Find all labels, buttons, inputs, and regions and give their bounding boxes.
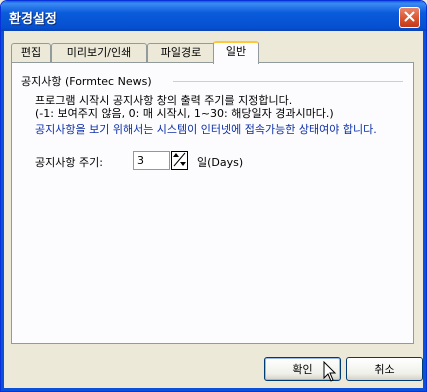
- group-divider: [173, 81, 403, 82]
- tab-strip: 편집 미리보기/인쇄 파일경로 일반: [11, 41, 411, 64]
- window-frame-right: [423, 31, 426, 391]
- description-line-2: (-1: 보여주지 않음, 0: 매 시작시, 1~30: 해당일자 경과시마다…: [35, 107, 334, 120]
- close-icon: [404, 11, 415, 25]
- window-frame-left: [1, 31, 4, 391]
- tab-general[interactable]: 일반: [213, 41, 259, 64]
- tab-edit[interactable]: 편집: [11, 43, 51, 63]
- window-title: 환경설정: [9, 12, 57, 27]
- tab-file-path[interactable]: 파일경로: [147, 43, 215, 63]
- period-input[interactable]: [133, 151, 170, 170]
- settings-dialog: 환경설정 편집 미리보기/인쇄 파일경로 일반 공지사항 (Formtec Ne…: [0, 0, 427, 392]
- cancel-button[interactable]: 취소: [346, 357, 423, 381]
- close-button[interactable]: [399, 7, 420, 28]
- period-label: 공지사항 주기:: [35, 156, 103, 169]
- spinner-arrows-icon: [173, 152, 186, 170]
- period-spinner[interactable]: [171, 151, 188, 170]
- mouse-pointer-icon: [323, 360, 337, 383]
- window-frame-bottom: [1, 388, 426, 391]
- title-bar[interactable]: 환경설정: [1, 1, 426, 31]
- tab-preview-print[interactable]: 미리보기/인쇄: [51, 43, 147, 63]
- internet-notice: 공지사항을 보기 위해서는 시스템이 인터넷에 접속가능한 상태여야 합니다.: [35, 123, 377, 136]
- group-title: 공지사항 (Formtec News): [21, 75, 152, 88]
- period-unit-label: 일(Days): [197, 156, 244, 169]
- description-line-1: 프로그램 시작시 공지사항 창의 출력 주기를 지정합니다.: [35, 94, 293, 107]
